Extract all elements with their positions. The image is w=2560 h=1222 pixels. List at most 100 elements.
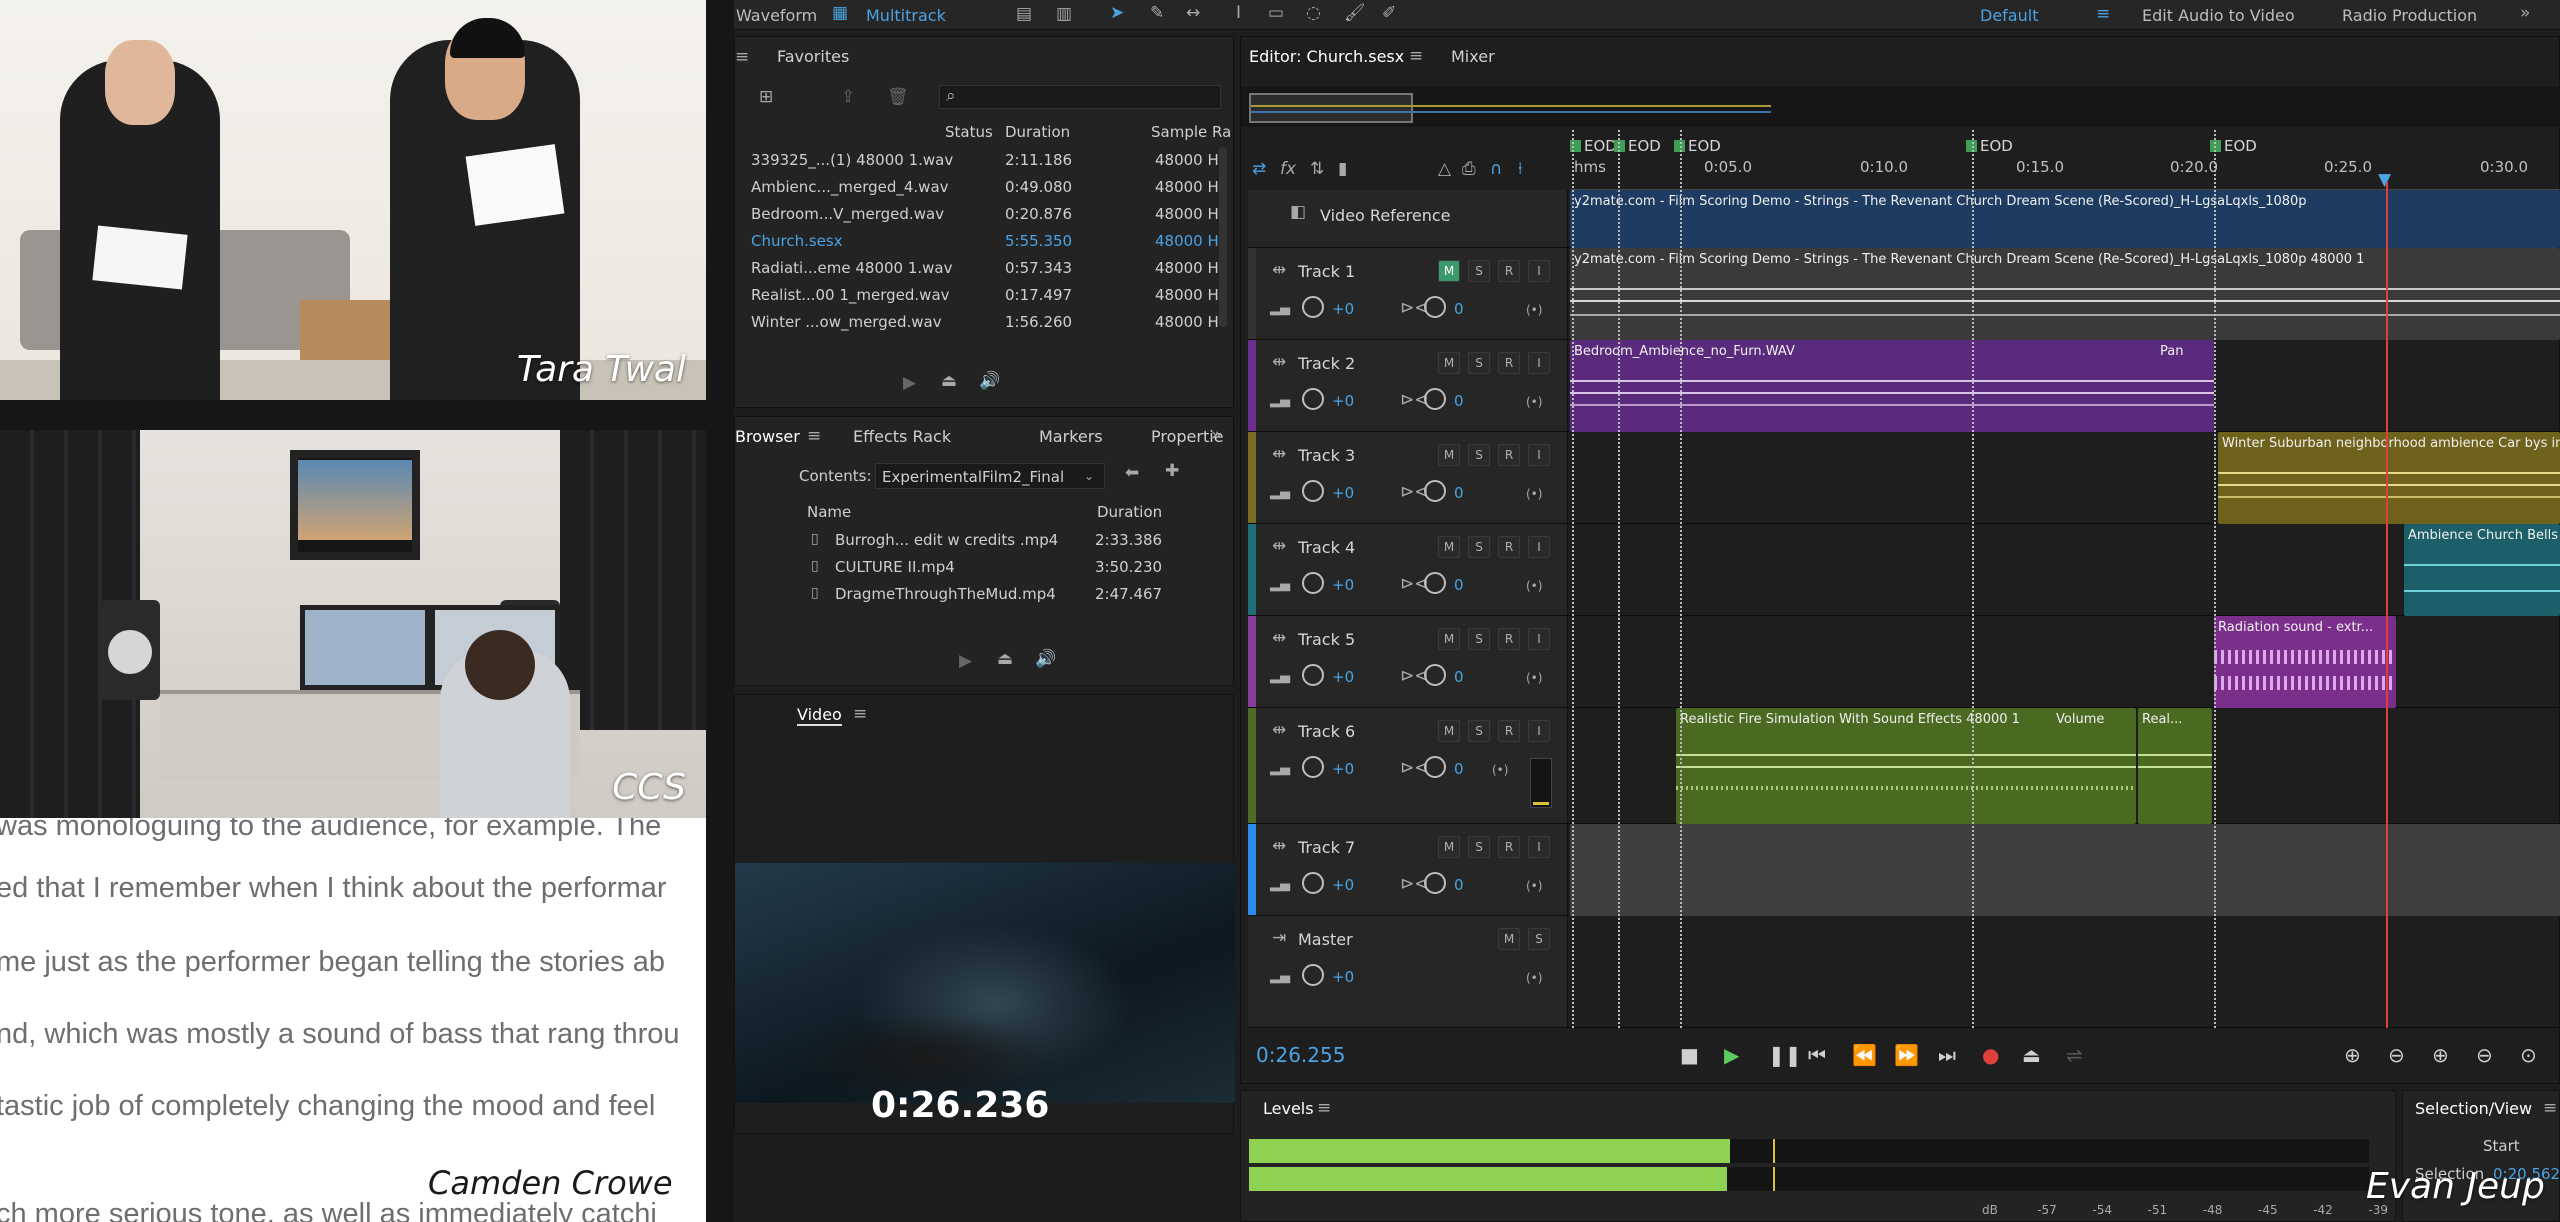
autoplay-icon[interactable]: 🔊 xyxy=(1035,651,1056,668)
audio-clip[interactable]: Winter Suburban neighborhood ambience Ca… xyxy=(2218,432,2560,524)
mute-button[interactable]: M xyxy=(1438,836,1460,858)
list-item[interactable]: Bedroom...V_merged.wav 0:20.876 48000 H xyxy=(735,201,1219,228)
mute-button[interactable]: M xyxy=(1438,720,1460,742)
col-sample-rate[interactable]: Sample Ra xyxy=(1151,123,1231,141)
back-arrow-icon[interactable]: ⬅ xyxy=(1125,465,1139,482)
mute-button[interactable]: M xyxy=(1438,260,1460,282)
stereo-icon[interactable]: (•) xyxy=(1526,878,1542,895)
time-selection-icon[interactable]: I xyxy=(1236,5,1241,22)
monitor-input-button[interactable]: I xyxy=(1528,720,1550,742)
volume-knob[interactable] xyxy=(1302,572,1324,594)
solo-button[interactable]: S xyxy=(1468,836,1490,858)
pan-knob[interactable] xyxy=(1424,572,1446,594)
track-name[interactable]: Master xyxy=(1298,930,1353,949)
drag-handle-icon[interactable]: ⇹ xyxy=(1272,630,1286,647)
fx-icon[interactable]: fx xyxy=(1280,161,1296,178)
volume-value[interactable]: +0 xyxy=(1332,300,1354,318)
lasso-icon[interactable]: ◌ xyxy=(1306,5,1321,22)
volume-knob[interactable] xyxy=(1302,872,1324,894)
move-tool-icon[interactable]: ➤ xyxy=(1110,5,1124,22)
go-to-end-icon[interactable]: ⏭ xyxy=(1938,1043,1956,1067)
col-name[interactable]: Name xyxy=(807,503,851,521)
pan-value[interactable]: 0 xyxy=(1454,576,1464,594)
waveform-view-icon[interactable]: ▤ xyxy=(1016,6,1032,23)
stereo-icon[interactable]: (•) xyxy=(1526,394,1542,411)
solo-button[interactable]: S xyxy=(1468,536,1490,558)
list-item[interactable]: Radiati...eme 48000 1.wav 0:57.343 48000… xyxy=(735,255,1219,282)
drag-handle-icon[interactable]: ⇹ xyxy=(1272,538,1286,555)
arm-record-button[interactable]: R xyxy=(1498,836,1520,858)
stereo-icon[interactable]: (•) xyxy=(1526,302,1542,319)
zoom-in-amplitude-icon[interactable]: ⊕ xyxy=(2344,1043,2361,1067)
brush-icon[interactable]: 🖌 xyxy=(1344,5,1366,22)
zoom-in-time-icon[interactable]: ⊕ xyxy=(2432,1043,2449,1067)
mute-button[interactable]: M xyxy=(1438,628,1460,650)
spectral-view-icon[interactable]: ▥ xyxy=(1056,6,1072,23)
video-reference-clip[interactable]: y2mate.com - Film Scoring Demo - Strings… xyxy=(1570,190,2560,248)
arm-record-button[interactable]: R xyxy=(1498,260,1520,282)
list-item[interactable]: ▯ Burrogh... edit w credits .mp4 2:33.38… xyxy=(795,527,1215,553)
fast-forward-icon[interactable]: ⏩ xyxy=(1894,1043,1919,1067)
current-time-display[interactable]: 0:26.255 xyxy=(1256,1043,1345,1067)
panel-menu-icon[interactable]: ≡ xyxy=(1409,48,1423,65)
healing-icon[interactable]: ✐ xyxy=(1382,5,1396,22)
audio-clip[interactable]: Ambience Church Bells 01 xyxy=(2404,524,2560,616)
insert-icon[interactable]: ⏏ xyxy=(997,651,1013,668)
snap-icon[interactable]: ⎙ xyxy=(1462,161,1476,178)
stereo-icon[interactable]: (•) xyxy=(1492,762,1508,779)
volume-value[interactable]: +0 xyxy=(1332,968,1354,986)
list-item[interactable]: ▯ DragmeThroughTheMud.mp4 2:47.467 xyxy=(795,581,1215,607)
pause-icon[interactable]: ❚❚ xyxy=(1768,1043,1802,1067)
workspace-menu-icon[interactable]: ≡ xyxy=(2096,6,2110,23)
magnet-icon[interactable]: ∩ xyxy=(1490,161,1502,178)
import-icon[interactable]: ⇪ xyxy=(841,89,855,106)
pan-knob[interactable] xyxy=(1424,480,1446,502)
more-workspaces-icon[interactable]: » xyxy=(2520,5,2530,22)
workspace-radio[interactable]: Radio Production xyxy=(2342,6,2477,25)
zoom-navigator[interactable] xyxy=(1241,87,2560,127)
volume-value[interactable]: +0 xyxy=(1332,876,1354,894)
volume-knob[interactable] xyxy=(1302,964,1324,986)
list-item[interactable]: Realist...00 1_merged.wav 0:17.497 48000… xyxy=(735,282,1219,309)
tab-browser[interactable]: Browser xyxy=(735,427,800,446)
col-browser-duration[interactable]: Duration xyxy=(1097,503,1162,521)
video-panel-title[interactable]: Video xyxy=(797,705,842,726)
monitor-input-button[interactable]: I xyxy=(1528,536,1550,558)
marquee-icon[interactable]: ▭ xyxy=(1268,5,1284,22)
track-name[interactable]: Track 7 xyxy=(1298,838,1355,857)
pan-knob[interactable] xyxy=(1424,756,1446,778)
track-name[interactable]: Track 5 xyxy=(1298,630,1355,649)
record-icon[interactable]: ● xyxy=(1982,1043,1999,1067)
insert-icon[interactable]: ⏏ xyxy=(941,373,957,390)
tab-effects-rack[interactable]: Effects Rack xyxy=(853,427,951,446)
play-preview-icon[interactable]: ▶ xyxy=(959,653,972,670)
selection-view-title[interactable]: Selection/View xyxy=(2415,1099,2532,1118)
panel-menu-icon[interactable]: ≡ xyxy=(807,428,821,445)
stereo-icon[interactable]: (•) xyxy=(1526,486,1542,503)
mute-button[interactable]: M xyxy=(1498,928,1520,950)
pan-knob[interactable] xyxy=(1424,872,1446,894)
clip-param-select[interactable]: Pan xyxy=(2160,344,2183,359)
tab-multitrack[interactable]: Multitrack xyxy=(866,6,946,25)
zoom-full-icon[interactable]: ⊙ xyxy=(2520,1043,2537,1067)
pan-value[interactable]: 0 xyxy=(1454,392,1464,410)
metronome-icon[interactable]: △ xyxy=(1438,161,1451,178)
list-item[interactable]: ▯ CULTURE II.mp4 3:50.230 xyxy=(795,554,1215,580)
zoom-out-amplitude-icon[interactable]: ⊖ xyxy=(2388,1043,2405,1067)
contents-select[interactable]: ExperimentalFilm2_Final ⌄ xyxy=(875,463,1105,489)
solo-button[interactable]: S xyxy=(1468,628,1490,650)
track-name[interactable]: Track 1 xyxy=(1298,262,1355,281)
arm-record-button[interactable]: R xyxy=(1498,720,1520,742)
mute-button[interactable]: M xyxy=(1438,444,1460,466)
panel-menu-icon[interactable]: ≡ xyxy=(735,49,749,66)
volume-envelope-icon[interactable]: ⇄ xyxy=(1252,161,1266,178)
panel-menu-icon[interactable]: ≡ xyxy=(853,706,867,723)
playhead-line[interactable] xyxy=(2386,182,2388,1028)
slip-tool-icon[interactable]: ↔ xyxy=(1186,5,1200,22)
monitor-input-button[interactable]: I xyxy=(1528,444,1550,466)
drag-handle-icon[interactable]: ⇹ xyxy=(1272,354,1286,371)
volume-value[interactable]: +0 xyxy=(1332,392,1354,410)
loop-icon[interactable]: ⇌ xyxy=(2066,1043,2083,1067)
volume-value[interactable]: +0 xyxy=(1332,576,1354,594)
panel-menu-icon[interactable]: ≡ xyxy=(1317,1100,1331,1117)
